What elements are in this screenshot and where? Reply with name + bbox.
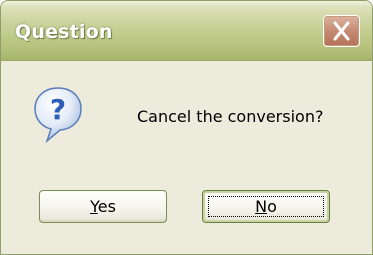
- dialog-message: Cancel the conversion?: [137, 107, 324, 126]
- svg-text:?: ?: [50, 93, 66, 126]
- no-button-label: No: [255, 197, 277, 216]
- yes-button[interactable]: Yes: [39, 190, 167, 223]
- yes-button-label: Yes: [90, 197, 116, 216]
- close-button[interactable]: [323, 15, 360, 47]
- no-button[interactable]: No: [202, 190, 330, 223]
- close-icon: [333, 21, 350, 41]
- dialog-body: ? Cancel the conversion? Yes No: [1, 61, 372, 254]
- dialog-title: Question: [15, 21, 113, 43]
- title-bar[interactable]: Question: [1, 1, 372, 61]
- question-icon: ?: [34, 87, 82, 144]
- question-dialog: Question ? Cancel the conversion? Yes No: [0, 0, 373, 255]
